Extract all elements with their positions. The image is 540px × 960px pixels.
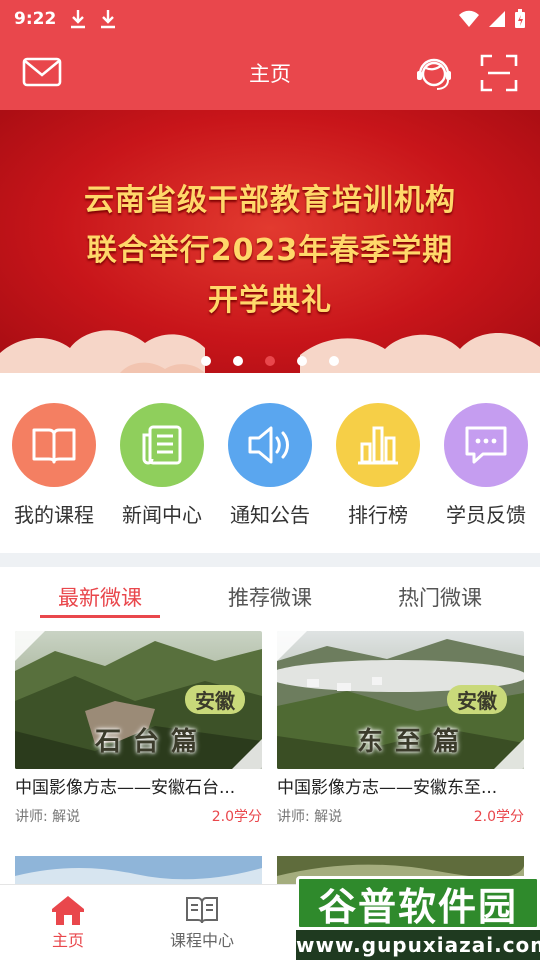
menu-label: 排行榜 [348,503,408,527]
tab-popular[interactable]: 热门微课 [380,582,500,612]
banner-text: 云南省级干部教育培训机构 联合举行2023年春季学期 开学典礼 [0,176,540,326]
watermark: 谷普软件园 www.gupuxiazai.com [296,876,540,960]
course-thumbnail: 安徽 东至篇 [277,631,524,769]
chat-icon [444,403,528,487]
watermark-url: www.gupuxiazai.com [296,930,540,960]
carousel-dot[interactable] [297,356,307,366]
menu-feedback[interactable]: 学员反馈 [432,395,540,528]
carousel-dot[interactable] [233,356,243,366]
carousel-dot[interactable] [201,356,211,366]
nav-home[interactable]: 主页 [18,893,118,951]
watermark-title: 谷普软件园 [296,876,540,930]
status-time: 9:22 [14,9,57,29]
news-icon [120,403,204,487]
download-indicators [70,9,116,29]
menu-label: 通知公告 [230,503,310,527]
bar-chart-icon [336,403,420,487]
scan-icon[interactable] [480,54,518,96]
course-title: 中国影像方志——安徽东至... [277,778,498,798]
status-bar: 9:22 [0,0,540,38]
status-right [458,9,526,29]
menu-ranking[interactable]: 排行榜 [324,395,432,528]
course-title: 中国影像方志——安徽石台... [15,778,236,798]
course-lecturer: 讲师: 解说 [277,809,343,825]
carousel-dot[interactable] [329,356,339,366]
tab-latest[interactable]: 最新微课 [40,582,160,612]
wifi-icon [459,10,479,27]
menu-label: 学员反馈 [446,503,526,527]
course-meta: 讲师: 解说 2.0学分 [15,806,262,826]
course-caption: 石台篇 [95,727,210,757]
menu-news-center[interactable]: 新闻中心 [108,395,216,528]
menu-label: 我的课程 [14,503,94,527]
course-card[interactable]: 安徽 东至篇 中国影像方志——安徽东至... 讲师: 解说 2.0学分 [277,631,524,826]
course-caption: 东至篇 [357,727,472,757]
course-card[interactable]: 安徽 石台篇 中国影像方志——安徽石台... 讲师: 解说 2.0学分 [15,631,262,826]
course-badge: 安徽 [185,685,245,714]
menu-my-courses[interactable]: 我的课程 [0,395,108,528]
course-credit: 2.0学分 [473,809,524,825]
nav-label: 课程中心 [169,931,234,950]
open-book-icon [152,893,252,927]
download-icon [71,10,86,29]
customer-service-icon[interactable] [414,52,454,98]
banner-line: 联合举行2023年春季学期 [86,233,454,268]
banner-line: 云南省级干部教育培训机构 [84,183,456,218]
banner-carousel[interactable]: 云南省级干部教育培训机构 联合举行2023年春季学期 开学典礼 [0,110,540,373]
tab-recommended[interactable]: 推荐微课 [210,582,330,612]
speaker-icon [228,403,312,487]
nav-label: 主页 [51,931,84,950]
menu-label: 新闻中心 [122,503,202,527]
course-lecturer: 讲师: 解说 [15,809,81,825]
quick-menu: 我的课程 新闻中心 通知公告 排行榜 学员反馈 [0,395,540,535]
app-screen: 9:22 主页 云南省级干部教育培训机构 联合举行2023年春季学期 开学典礼 [0,0,540,960]
course-badge: 安徽 [447,685,507,714]
signal-icon [489,11,505,27]
active-tab-indicator [40,615,160,618]
course-tabs: 最新微课 推荐微课 热门微课 [0,570,540,622]
course-meta: 讲师: 解说 2.0学分 [277,806,524,826]
nav-course-center[interactable]: 课程中心 [152,893,252,951]
course-thumbnail: 安徽 石台篇 [15,631,262,769]
course-credit: 2.0学分 [211,809,262,825]
section-divider [0,553,540,567]
menu-notices[interactable]: 通知公告 [216,395,324,528]
top-app-bar: 主页 [0,38,540,110]
home-icon [18,893,118,927]
carousel-indicator [0,356,540,366]
carousel-dot-active[interactable] [265,356,275,366]
book-icon [12,403,96,487]
page-title: 主页 [249,62,291,86]
battery-icon [515,9,525,28]
download-icon [101,10,116,29]
